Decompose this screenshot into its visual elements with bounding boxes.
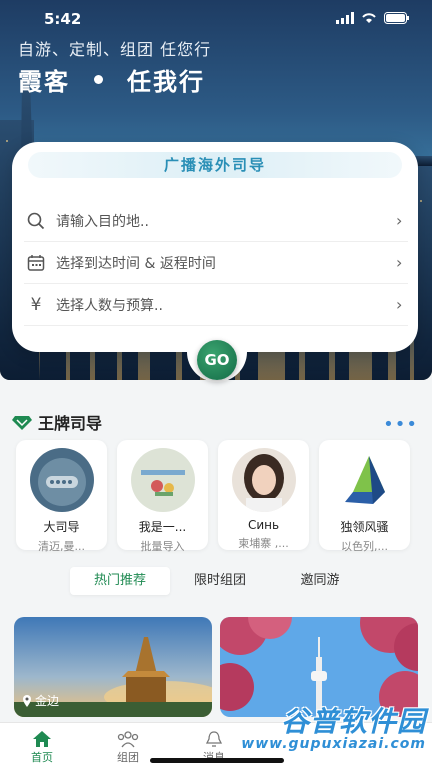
home-indicator (150, 758, 284, 763)
guide-name: 独领风骚 (340, 520, 389, 534)
nav-home[interactable]: 首页 (12, 729, 72, 765)
avatar (29, 448, 94, 512)
status-icons (336, 12, 410, 24)
group-icon (117, 731, 139, 748)
hero-title-dot (94, 75, 103, 84)
guide-name: Синь (247, 518, 280, 532)
category-tabs: 热门推荐 限时组团 邀同游 (70, 567, 370, 595)
chevron-right-icon: › (396, 253, 403, 272)
guide-name: 我是一... (138, 520, 187, 534)
guide-card[interactable]: 我是一... 批量导入 (117, 440, 208, 553)
guide-card[interactable]: 独领风骚 以色列,... (319, 440, 410, 553)
tab-group[interactable]: 限时组团 (170, 567, 270, 595)
guide-location: 清迈,曼... (38, 540, 85, 553)
guide-location: 以色列,... (341, 540, 388, 553)
section-header: 王牌司导 (12, 410, 102, 434)
guide-name: 大司导 (43, 520, 80, 534)
battery-icon (384, 12, 409, 24)
search-card-title: 广播海外司导 (28, 152, 402, 178)
avatar (130, 448, 195, 512)
avatar (231, 448, 296, 512)
guide-location: 柬埔寨 ,... (238, 537, 289, 550)
destination-placeholder: 请输入目的地.. (56, 213, 149, 230)
hero-title-right: 任我行 (127, 68, 205, 96)
watermark-url: www.gupuxiazai.com (241, 736, 426, 752)
tab-invite[interactable]: 邀同游 (270, 567, 370, 595)
nav-home-label: 首页 (31, 751, 53, 764)
date-row[interactable]: 选择到达时间 & 返程时间 › (24, 242, 408, 284)
guide-card[interactable]: Синь 柬埔寨 ,... (218, 440, 309, 550)
section-title: 王牌司导 (38, 414, 103, 433)
hero-subtitle: 自游、定制、组团 任您行 (18, 40, 212, 59)
watermark-title: 谷普软件园 (280, 705, 426, 738)
status-time: 5:42 (44, 10, 82, 28)
budget-placeholder: 选择人数与预算.. (56, 297, 163, 314)
destination-row[interactable]: 请输入目的地.. › (24, 200, 408, 242)
location-pin-icon (23, 694, 31, 707)
chevron-right-icon: › (396, 295, 403, 314)
wifi-icon (362, 13, 376, 23)
diamond-icon (12, 416, 32, 430)
watermark: 谷普软件园 www.gupuxiazai.com (241, 700, 426, 752)
hero-title-left: 霞客 (18, 68, 70, 96)
budget-row[interactable]: ¥ 选择人数与预算.. › (24, 284, 408, 326)
nav-group-label: 组团 (117, 751, 139, 764)
chevron-right-icon: › (396, 211, 403, 230)
more-icon[interactable]: ••• (383, 414, 418, 435)
trip-card[interactable]: 金边 (14, 617, 212, 717)
guide-location: 批量导入 (140, 540, 185, 553)
tab-hot[interactable]: 热门推荐 (70, 567, 170, 595)
location-text: 金边 (35, 694, 60, 708)
go-button[interactable]: GO (197, 340, 237, 380)
search-card: 广播海外司导 请输入目的地.. › 选择到达时间 & 返程时间 › ¥ 选择人数… (12, 142, 418, 352)
location-label: 金边 (22, 692, 59, 709)
bell-icon (205, 731, 223, 747)
date-placeholder: 选择到达时间 & 返程时间 (56, 255, 216, 272)
avatar (332, 448, 397, 512)
guide-card[interactable]: 大司导 清迈,曼... (16, 440, 107, 553)
hero-title: 霞客 任我行 (18, 62, 205, 97)
home-icon (33, 731, 51, 747)
yen-icon: ¥ (30, 294, 42, 315)
nav-group[interactable]: 组团 (98, 729, 158, 765)
guide-list: 大司导 清迈,曼... 我是一... 批量导入 Синь 柬埔寨 ,... 独领… (16, 440, 410, 553)
calendar-icon (24, 251, 48, 275)
signal-icon (336, 12, 354, 24)
search-icon (24, 209, 48, 233)
